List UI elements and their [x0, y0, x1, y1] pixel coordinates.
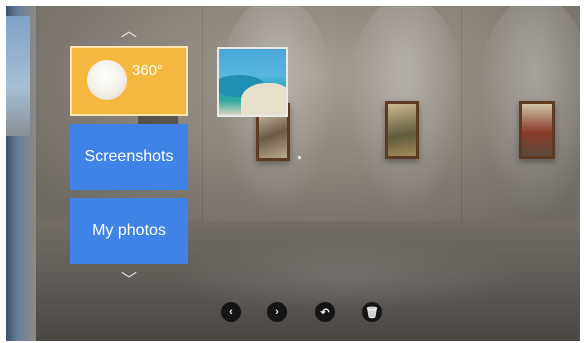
- painting-canvas: [522, 104, 552, 156]
- undo-button[interactable]: ↶: [315, 302, 335, 322]
- category-360-label: 360°: [132, 62, 164, 79]
- painting[interactable]: [519, 101, 555, 159]
- chevron-right-icon: ›: [275, 306, 279, 318]
- delete-button[interactable]: 🗑: [362, 302, 382, 322]
- previous-button[interactable]: ‹: [221, 302, 241, 322]
- category-my-photos-label: My photos: [92, 222, 166, 239]
- thumbnail-sand: [241, 83, 286, 115]
- undo-icon: ↶: [320, 306, 330, 319]
- chevron-down-icon[interactable]: ﹀: [116, 269, 142, 289]
- category-my-photos-tile[interactable]: My photos: [70, 198, 188, 264]
- left-panorama-strip: [6, 6, 36, 341]
- next-button[interactable]: ›: [267, 302, 287, 322]
- wall-seam: [461, 6, 462, 236]
- app-frame: ︿ 360° Screenshots My photos ﹀ ‹ › ↶ 🗑: [0, 0, 584, 343]
- sun-icon: [87, 60, 127, 100]
- chevron-up-icon[interactable]: ︿: [116, 20, 142, 40]
- painting[interactable]: [385, 101, 419, 159]
- category-360-tile[interactable]: 360°: [70, 46, 188, 116]
- painting-canvas: [388, 104, 416, 156]
- wall-seam: [202, 6, 203, 236]
- trash-icon: 🗑: [365, 306, 379, 319]
- gaze-cursor: [298, 156, 301, 159]
- vr-gallery-viewport: ︿ 360° Screenshots My photos ﹀ ‹ › ↶ 🗑: [6, 6, 580, 341]
- chevron-left-icon: ‹: [229, 306, 233, 318]
- tile-shadow: [138, 116, 178, 124]
- panorama-sky: [6, 16, 30, 136]
- panorama-thumbnail[interactable]: [217, 47, 288, 117]
- category-screenshots-tile[interactable]: Screenshots: [70, 124, 188, 190]
- floor-reflection: [166, 236, 526, 316]
- category-screenshots-label: Screenshots: [84, 148, 174, 165]
